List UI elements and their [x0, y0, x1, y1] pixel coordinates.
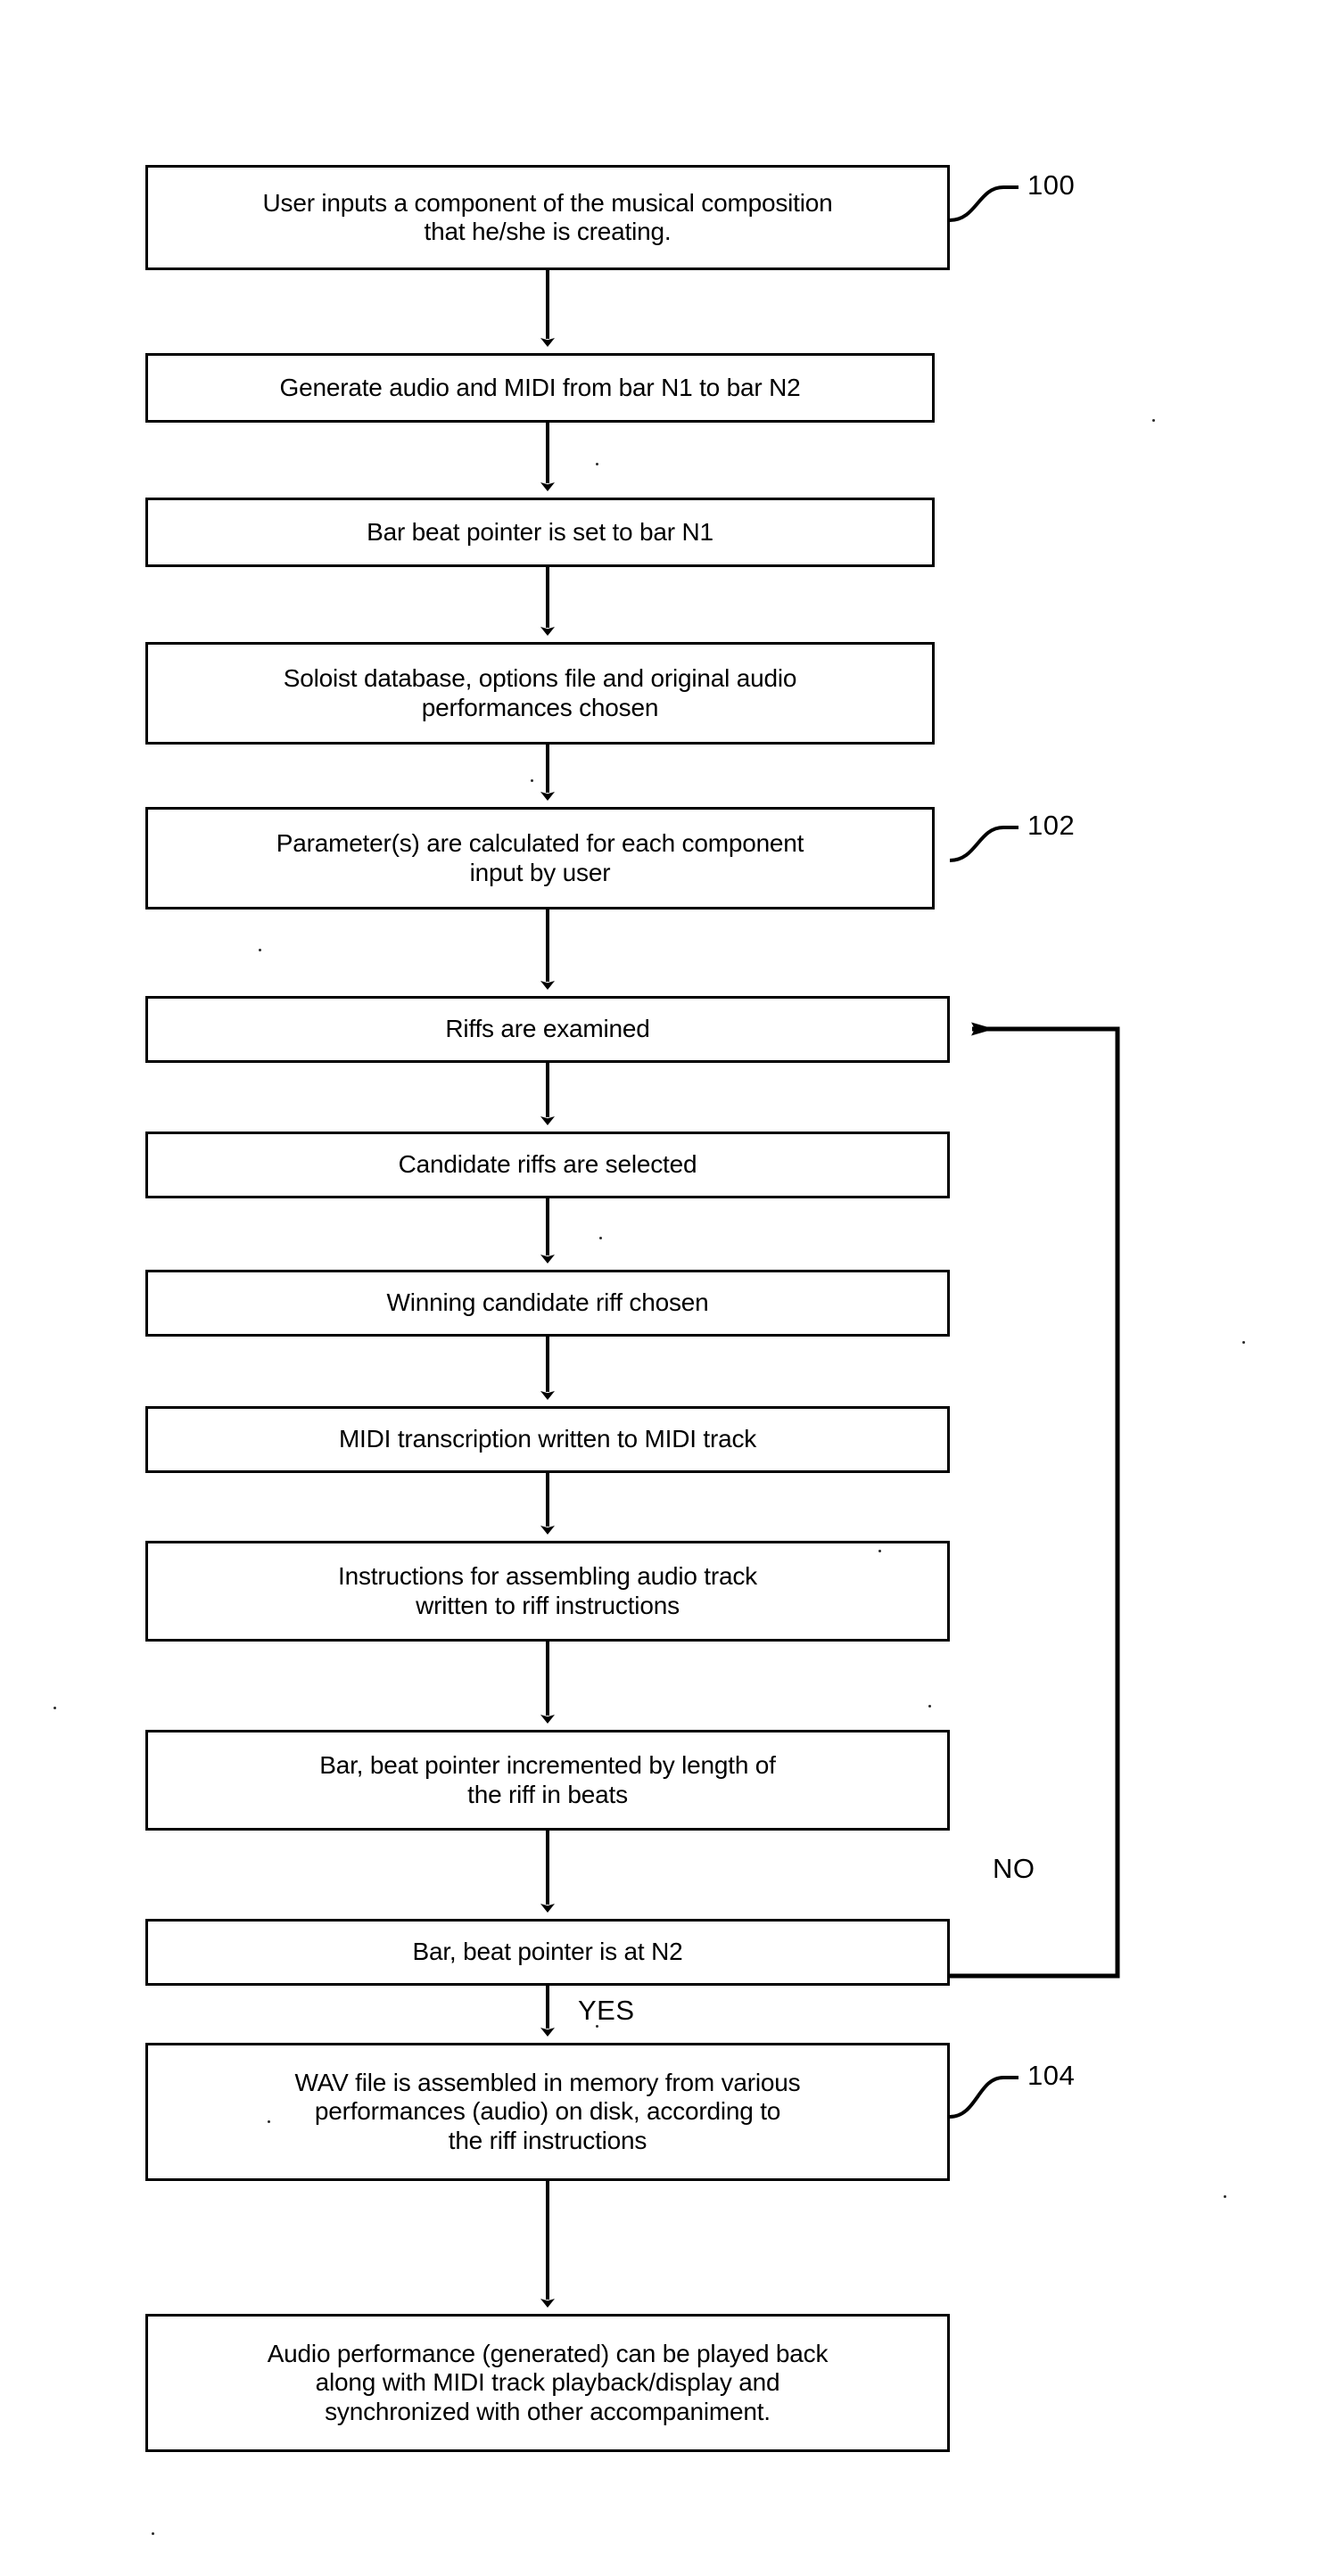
- flow-node-label: Candidate riffs are selected: [398, 1150, 697, 1179]
- scan-speck: [259, 949, 261, 951]
- flow-node-riffs-examined[interactable]: Riffs are examined: [145, 996, 950, 1063]
- flow-node-label: Riffs are examined: [445, 1015, 650, 1043]
- flow-node-wav-file-assembled[interactable]: WAV file is assembled in memory from var…: [145, 2043, 950, 2181]
- scan-speck: [1152, 419, 1155, 422]
- edge-feedback-no: [950, 1022, 1120, 1979]
- flow-node-label: Winning candidate riff chosen: [386, 1288, 709, 1317]
- scan-speck: [596, 463, 598, 465]
- flow-node-label: User inputs a component of the musical c…: [262, 188, 833, 245]
- flow-node-winning-candidate-riff[interactable]: Winning candidate riff chosen: [145, 1270, 950, 1337]
- flow-node-parameters-calculated[interactable]: Parameter(s) are calculated for each com…: [145, 807, 935, 909]
- flow-node-label: Bar, beat pointer is at N2: [412, 1938, 683, 1966]
- flow-node-soloist-database[interactable]: Soloist database, options file and origi…: [145, 642, 935, 745]
- branch-label-no: NO: [993, 1853, 1035, 1884]
- flow-node-label: Bar beat pointer is set to bar N1: [367, 517, 713, 546]
- scan-speck: [878, 1550, 881, 1552]
- scan-speck: [1224, 2195, 1226, 2198]
- flow-node-label: Generate audio and MIDI from bar N1 to b…: [279, 373, 801, 401]
- flow-node-user-input[interactable]: User inputs a component of the musical c…: [145, 165, 950, 270]
- leader-line-102: [949, 826, 1018, 862]
- flow-node-midi-transcription[interactable]: MIDI transcription written to MIDI track: [145, 1406, 950, 1473]
- scan-speck: [268, 2120, 270, 2123]
- scan-speck: [54, 1707, 56, 1709]
- flow-node-pointer-at-n2[interactable]: Bar, beat pointer is at N2: [145, 1919, 950, 1986]
- flowchart-page: User inputs a component of the musical c…: [0, 0, 1336, 2576]
- flow-node-label: Soloist database, options file and origi…: [283, 664, 797, 721]
- flow-node-candidate-riffs-selected[interactable]: Candidate riffs are selected: [145, 1132, 950, 1198]
- flow-node-label: MIDI transcription written to MIDI track: [338, 1425, 757, 1453]
- scan-speck: [928, 1705, 931, 1708]
- leader-line-104: [949, 2076, 1018, 2119]
- scan-speck: [596, 2025, 598, 2028]
- flow-node-generate-audio-midi[interactable]: Generate audio and MIDI from bar N1 to b…: [145, 353, 935, 423]
- flow-node-label: WAV file is assembled in memory from var…: [294, 2068, 801, 2154]
- flow-node-bar-beat-pointer-set[interactable]: Bar beat pointer is set to bar N1: [145, 498, 935, 567]
- flow-node-label: Parameter(s) are calculated for each com…: [276, 829, 804, 886]
- leader-line-100: [949, 185, 1018, 222]
- reference-numeral-102: 102: [1027, 810, 1076, 841]
- flow-node-pointer-incremented[interactable]: Bar, beat pointer incremented by length …: [145, 1730, 950, 1831]
- flow-node-label: Bar, beat pointer incremented by length …: [319, 1751, 776, 1808]
- flow-node-assembling-instructions[interactable]: Instructions for assembling audio track …: [145, 1541, 950, 1642]
- scan-speck: [152, 2532, 154, 2535]
- reference-numeral-104: 104: [1027, 2060, 1076, 2091]
- flow-node-label: Audio performance (generated) can be pla…: [267, 2339, 829, 2425]
- flow-node-label: Instructions for assembling audio track …: [338, 1562, 757, 1619]
- scan-speck: [1242, 1341, 1245, 1344]
- reference-numeral-100: 100: [1027, 169, 1076, 201]
- scan-speck: [531, 779, 533, 782]
- branch-label-yes: YES: [578, 1995, 635, 2026]
- flow-node-audio-performance-playback[interactable]: Audio performance (generated) can be pla…: [145, 2314, 950, 2452]
- scan-speck: [599, 1237, 602, 1239]
